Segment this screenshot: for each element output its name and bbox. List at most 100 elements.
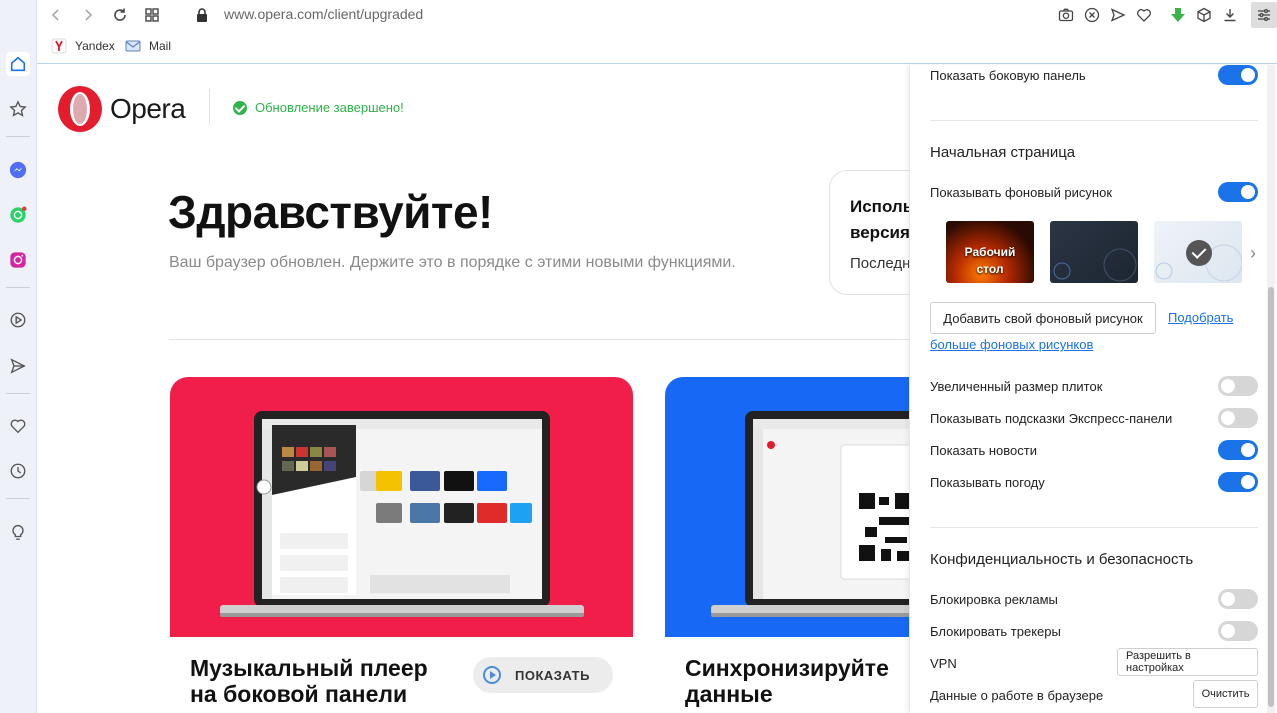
more-wallpapers-link[interactable]: Подобрать (1168, 310, 1233, 325)
player-icon[interactable] (6, 308, 30, 332)
show-button[interactable]: ПОКАЗАТЬ (473, 657, 613, 693)
easy-setup-icon[interactable] (1251, 2, 1277, 28)
mail-icon (125, 38, 141, 54)
page-subtitle: Ваш браузер обновлен. Держите это в поря… (169, 254, 736, 271)
divider (930, 120, 1258, 121)
clear-data-button[interactable]: Очистить (1193, 680, 1258, 708)
chevron-right-icon[interactable]: › (1250, 243, 1256, 264)
sidebar-divider (6, 393, 30, 394)
download-arrow-icon[interactable] (1165, 2, 1191, 28)
bookmark-mail[interactable]: Mail (125, 38, 171, 54)
wallpaper-thumb-desktop[interactable]: Рабочий стол (946, 221, 1034, 283)
check-icon (1186, 240, 1212, 266)
feature-card-title-line: Музыкальный плеер (190, 655, 428, 681)
reload-icon[interactable] (109, 4, 131, 26)
adblock-icon[interactable] (1079, 2, 1105, 28)
version-card-title: версия (850, 223, 909, 242)
opera-logo[interactable]: Opera (56, 85, 186, 133)
easy-setup-panel: Показать боковую панель Начальная страни… (909, 65, 1277, 713)
scrollbar[interactable] (1267, 65, 1275, 713)
page-title: Здравствуйте! (168, 186, 493, 238)
whatsapp-icon[interactable] (6, 203, 30, 227)
back-icon[interactable] (45, 4, 67, 26)
setting-label: Показывать фоновый рисунок (930, 185, 1113, 200)
toggle-ad-block[interactable] (1218, 589, 1258, 609)
setting-label: Данные о работе в браузере (930, 688, 1104, 703)
feature-illustration (170, 377, 633, 637)
add-wallpaper-button[interactable]: Добавить свой фоновый рисунок (930, 302, 1156, 334)
scrollbar-thumb[interactable] (1268, 287, 1274, 707)
vpn-enable-button[interactable]: Разрешить в настройках (1117, 648, 1258, 676)
divider (169, 339, 909, 340)
setting-label: Показать новости (930, 443, 1037, 458)
heart-icon[interactable] (1131, 2, 1157, 28)
feature-card-title: Синхронизируйте данные (685, 655, 889, 707)
setting-label: VPN (930, 656, 957, 671)
sidebar-divider (6, 287, 30, 288)
toggle-show-sidebar[interactable] (1218, 65, 1258, 85)
cube-icon[interactable] (1191, 2, 1217, 28)
update-status-text: Обновление завершено! (255, 100, 404, 115)
bookmark-yandex[interactable]: Yandex (51, 38, 115, 54)
toolbar-icons (1053, 0, 1277, 30)
setting-label: Показать боковую панель (930, 68, 1086, 83)
feature-illustration (665, 377, 909, 637)
instagram-icon[interactable] (6, 248, 30, 272)
camera-icon[interactable] (1053, 2, 1079, 28)
toggle-show-weather[interactable] (1218, 472, 1258, 492)
wallpaper-label-line: Рабочий (964, 245, 1016, 259)
url-field[interactable]: www.opera.com/client/upgraded (224, 6, 423, 22)
toggle-speed-dial-hints[interactable] (1218, 408, 1258, 428)
more-wallpapers-link[interactable]: больше фоновых рисунков (930, 337, 1093, 352)
logo-text: Opera (110, 93, 186, 124)
toggle-large-tiles[interactable] (1218, 376, 1258, 396)
wallpaper-gallery: Рабочий стол › (946, 221, 1276, 283)
download-icon[interactable] (1217, 2, 1243, 28)
yandex-icon (51, 38, 67, 54)
history-icon[interactable] (6, 459, 30, 483)
version-card[interactable]: Исполь версия Последн (829, 170, 909, 295)
toggle-block-trackers[interactable] (1218, 621, 1258, 641)
send-icon[interactable] (1105, 2, 1131, 28)
bookmark-label: Mail (149, 39, 172, 53)
update-status: Обновление завершено! (233, 100, 404, 115)
toggle-show-news[interactable] (1218, 440, 1258, 460)
messenger-icon[interactable] (6, 158, 30, 182)
address-bar: www.opera.com/client/upgraded (37, 0, 1277, 30)
forward-icon[interactable] (77, 4, 99, 26)
feature-card-title-line: данные (685, 681, 773, 707)
toggle-show-wallpaper[interactable] (1218, 182, 1258, 202)
main-content: Opera Обновление завершено! Здравствуйте… (38, 65, 909, 713)
setting-label: Увеличенный размер плиток (930, 379, 1103, 394)
version-card-title: Исполь (850, 197, 909, 216)
feature-card-music: Музыкальный плеер на боковой панели ПОКА… (170, 377, 633, 713)
lock-icon[interactable] (194, 7, 210, 23)
sidebar-divider (6, 136, 30, 137)
divider (930, 527, 1258, 528)
wallpaper-label-line: стол (976, 262, 1004, 276)
section-title-start-page: Начальная страница (930, 144, 1076, 161)
wallpaper-thumb-dark[interactable] (1050, 221, 1138, 283)
show-button-label: ПОКАЗАТЬ (515, 667, 590, 683)
home-icon[interactable] (6, 52, 30, 76)
bookmark-label: Yandex (75, 39, 115, 53)
setting-label: Блокировать трекеры (930, 624, 1061, 639)
tabs-grid-icon[interactable] (141, 4, 163, 26)
section-title-privacy: Конфиденциальность и безопасность (930, 551, 1194, 568)
version-card-text: Последн (850, 255, 909, 272)
setting-label: Показывать подсказки Экспресс-панели (930, 411, 1173, 426)
feature-card-sync: Синхронизируйте данные (665, 377, 909, 713)
star-icon[interactable] (6, 97, 30, 121)
feature-card-title-line: Синхронизируйте (685, 655, 889, 681)
lightbulb-icon[interactable] (6, 520, 30, 544)
send-icon[interactable] (6, 354, 30, 378)
feature-card-title: Музыкальный плеер на боковой панели (190, 655, 428, 707)
divider (209, 89, 210, 125)
sidebar-divider (6, 498, 30, 499)
heart-icon[interactable] (6, 414, 30, 438)
feature-card-title-line: на боковой панели (190, 681, 408, 707)
wallpaper-thumb-light[interactable] (1154, 221, 1242, 283)
setting-label: Блокировка рекламы (930, 592, 1058, 607)
bookmarks-bar: Yandex Mail (37, 30, 1277, 64)
opera-logo-icon (58, 86, 102, 132)
